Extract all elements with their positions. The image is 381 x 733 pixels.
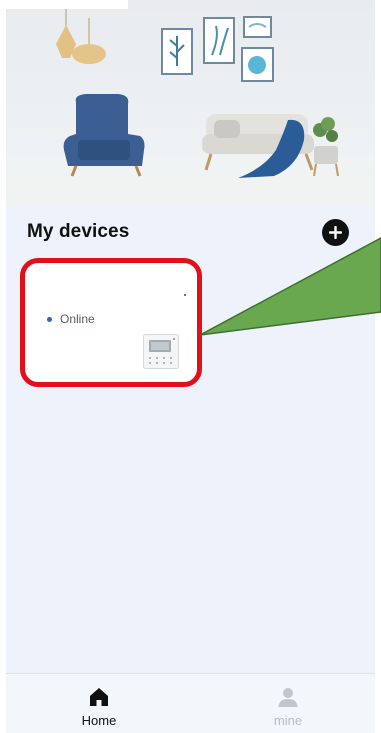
thermostat-icon: [143, 334, 179, 369]
device-status-label: Online: [60, 312, 95, 326]
bottom-tab-bar: Home mine: [6, 673, 375, 733]
living-room-banner: [6, 0, 375, 205]
house-icon: [90, 688, 108, 706]
top-strip: [0, 0, 128, 9]
tab-mine[interactable]: mine: [243, 674, 333, 733]
device-status: Online: [47, 312, 95, 326]
screen: My devices Online Home mine: [0, 0, 381, 733]
app-frame: My devices Online Home mine: [6, 0, 375, 733]
tab-home[interactable]: Home: [54, 674, 144, 733]
device-card[interactable]: Online: [20, 258, 202, 387]
tab-mine-label: mine: [273, 713, 303, 728]
person-icon: [278, 688, 298, 707]
living-room-illustration: [6, 0, 375, 205]
tab-home-label: Home: [81, 713, 117, 728]
plus-circle-icon: [329, 226, 342, 239]
online-status-dot: [47, 316, 52, 322]
add-device-button[interactable]: [322, 219, 349, 246]
device-card-mark: [184, 294, 186, 296]
section-title: My devices: [27, 221, 130, 242]
